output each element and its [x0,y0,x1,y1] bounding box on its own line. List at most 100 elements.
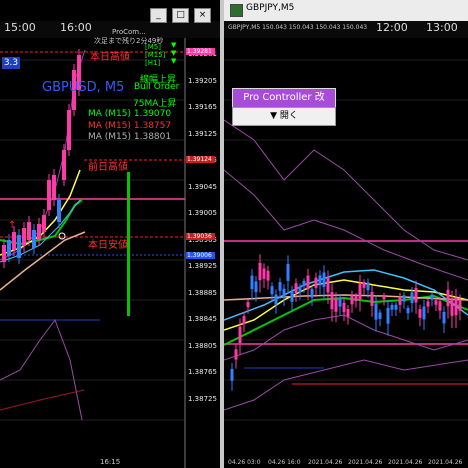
candle-body [230,368,234,381]
candle-body [274,294,278,305]
candle-body [374,303,378,320]
candle-body [262,268,266,279]
candle-body [326,277,330,293]
candle-body [57,200,61,222]
date-axis-label: 2021.04.26 [428,459,463,466]
ma-up-label: 75MA上昇 [133,99,177,109]
ma-yellow-line [224,279,468,331]
price-tag: 1.39281 [186,48,215,55]
candle-body [338,298,342,307]
candle-body [450,299,454,316]
candle-body [386,307,390,324]
candle-body [442,311,446,324]
candle-body [358,283,362,300]
candle-body [410,292,414,304]
close-button[interactable]: × [194,8,211,23]
gbpjpy-chart-window[interactable]: GBPJPY,M5 12:00 13:00 GBPJPY,M5 150.043 … [224,0,468,468]
tf-arrows-icon: ▼ ▼ ▼ [171,41,177,65]
candle-body [438,301,442,311]
candle-body [37,224,41,240]
candle-body [382,294,386,300]
candle-body [32,230,36,248]
candle-body [362,282,366,288]
symbol-label: GBPUSD, M5 [42,80,125,95]
ma-line-1: MA (M15) 1.39070 [88,109,172,119]
date-axis-label: 2021.04.26 [388,459,423,466]
candle-body [254,281,258,293]
candle-body [454,297,458,316]
price-axis-label: 1.38765 [188,368,217,376]
price-tag: 1.39006 [186,252,215,259]
price-tag: 1.39036 [186,233,215,240]
candle-body [42,215,46,232]
candle-body [314,277,318,288]
candle-body [258,262,262,281]
candle-body [322,272,326,287]
minimize-button[interactable]: _ [150,8,167,23]
candle-body [446,289,450,307]
arrow-mark: ↑ [8,220,16,231]
candle-body [12,232,16,250]
tf-label-m15: [M15] [145,51,166,59]
candle-body [402,295,406,302]
order-label: Bull Order [134,82,180,92]
candle-body [250,275,254,290]
gbpjpy-price-chart[interactable] [224,0,468,468]
today-low-label: 本日安値 [88,240,128,251]
price-axis-label: 1.39165 [188,103,217,111]
price-axis-label: 1.39205 [188,76,217,85]
candle-body [330,292,334,310]
ma-line-2: MA (M15) 1.38757 [88,121,172,131]
ma-line-3: MA (M15) 1.38801 [88,132,172,142]
candle-body [27,222,31,240]
candle-body [62,150,66,180]
band-outer-line [0,389,85,411]
pro-controller-open-button[interactable]: ▼ 開く [232,107,336,126]
candle-body [47,180,51,210]
candle-body [246,302,250,308]
maximize-button[interactable]: □ [172,8,189,23]
candle-body [294,283,298,293]
price-axis-label: 1.38805 [188,341,217,350]
band-upper-line [224,119,468,261]
candle-body [302,280,306,287]
candle-body [434,300,438,305]
candle-body [422,306,426,320]
price-axis-label: 1.39045 [188,182,217,191]
candle-body [298,286,302,293]
price-tag: 1.39124 [186,156,215,163]
candle-body [242,316,246,325]
candle-body [418,309,422,318]
candle-body [346,309,350,317]
marker-circle [58,232,66,240]
band-lower-line [224,314,468,361]
candle-body [266,270,270,281]
candle-body [290,291,294,302]
candle-body [414,287,418,303]
candle-body [426,301,430,307]
candle-body [378,312,382,319]
candle-body [22,228,26,246]
tf-label-h1: [H1] [145,59,161,67]
candle-body [430,294,434,300]
candle-body [52,175,56,200]
date-axis-label: 2021.04.26 [308,459,343,466]
header-small-text: ProCom... [112,28,146,36]
pro-controller-button[interactable]: Pro Controller 改 [232,88,336,108]
price-axis-label: 1.38845 [188,315,217,323]
candle-body [238,326,242,343]
price-axis-label: 1.39125 [188,129,217,138]
candle-body [306,275,310,290]
price-axis-label: 1.38885 [188,288,217,297]
band-lower-line [0,318,83,421]
candle-body [406,307,410,314]
candle-body [67,110,71,150]
tf-label-m5: [M5] [145,43,161,51]
price-axis-label: 1.38925 [188,262,217,270]
candle-body [318,275,322,286]
candle-body [350,295,354,305]
date-axis-label: 04.26 16:0 [268,459,301,466]
candle-body [282,288,286,298]
candle-body [354,295,358,302]
gbpusd-chart-window[interactable]: 15:00 16:00 ↑ ProCom... 次足まで残り2分49秒 3.3 … [0,0,220,468]
